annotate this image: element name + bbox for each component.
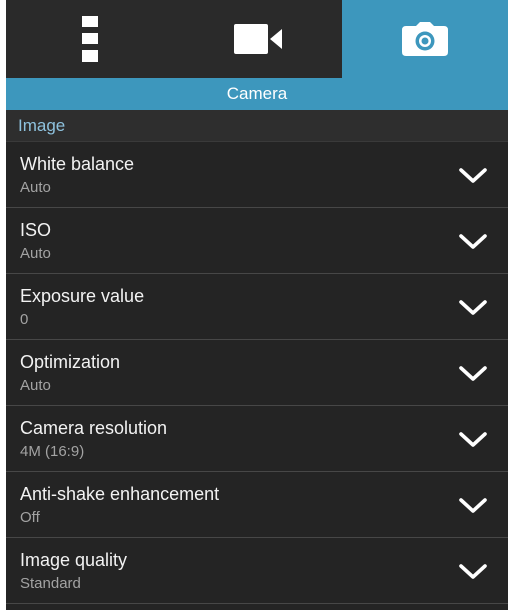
setting-value: 4M (16:9) [20,443,85,460]
setting-label: ISO [20,220,52,240]
settings-list: White balance Auto ISO Auto Exposure val… [6,142,508,604]
setting-row-image-quality[interactable]: Image quality Standard [6,538,508,604]
setting-label: Image quality [20,550,128,570]
setting-value: Standard [20,575,81,592]
chevron-down-icon[interactable] [458,494,488,516]
setting-value: 0 [20,311,29,328]
setting-value: Auto [20,179,51,196]
setting-row-exposure-value[interactable]: Exposure value 0 [6,274,508,340]
chevron-down-icon[interactable] [458,164,488,186]
section-header-image: Image [6,110,508,142]
page-title: Camera [6,78,508,110]
setting-value: Off [20,509,40,526]
setting-value: Auto [20,245,51,262]
setting-row-iso[interactable]: ISO Auto [6,208,508,274]
tab-video[interactable] [174,0,342,78]
setting-label: Camera resolution [20,418,168,438]
camera-icon [402,22,448,56]
setting-label: Anti-shake enhancement [20,484,220,504]
setting-label: Exposure value [20,286,145,306]
camera-settings-panel: Camera Image White balance Auto ISO Auto… [6,0,508,610]
chevron-down-icon[interactable] [458,362,488,384]
video-camera-icon [234,24,282,54]
chevron-down-icon[interactable] [458,230,488,252]
setting-row-camera-resolution[interactable]: Camera resolution 4M (16:9) [6,406,508,472]
tab-more-settings[interactable] [6,0,174,78]
setting-row-anti-shake[interactable]: Anti-shake enhancement Off [6,472,508,538]
setting-row-white-balance[interactable]: White balance Auto [6,142,508,208]
chevron-down-icon[interactable] [458,560,488,582]
chevron-down-icon[interactable] [458,296,488,318]
setting-label: White balance [20,154,135,174]
setting-value: Auto [20,377,51,394]
mode-tabs [6,0,508,78]
setting-row-optimization[interactable]: Optimization Auto [6,340,508,406]
chevron-down-icon[interactable] [458,428,488,450]
setting-label: Optimization [20,352,121,372]
settings-more-icon [82,16,98,62]
tab-camera[interactable] [342,0,508,78]
